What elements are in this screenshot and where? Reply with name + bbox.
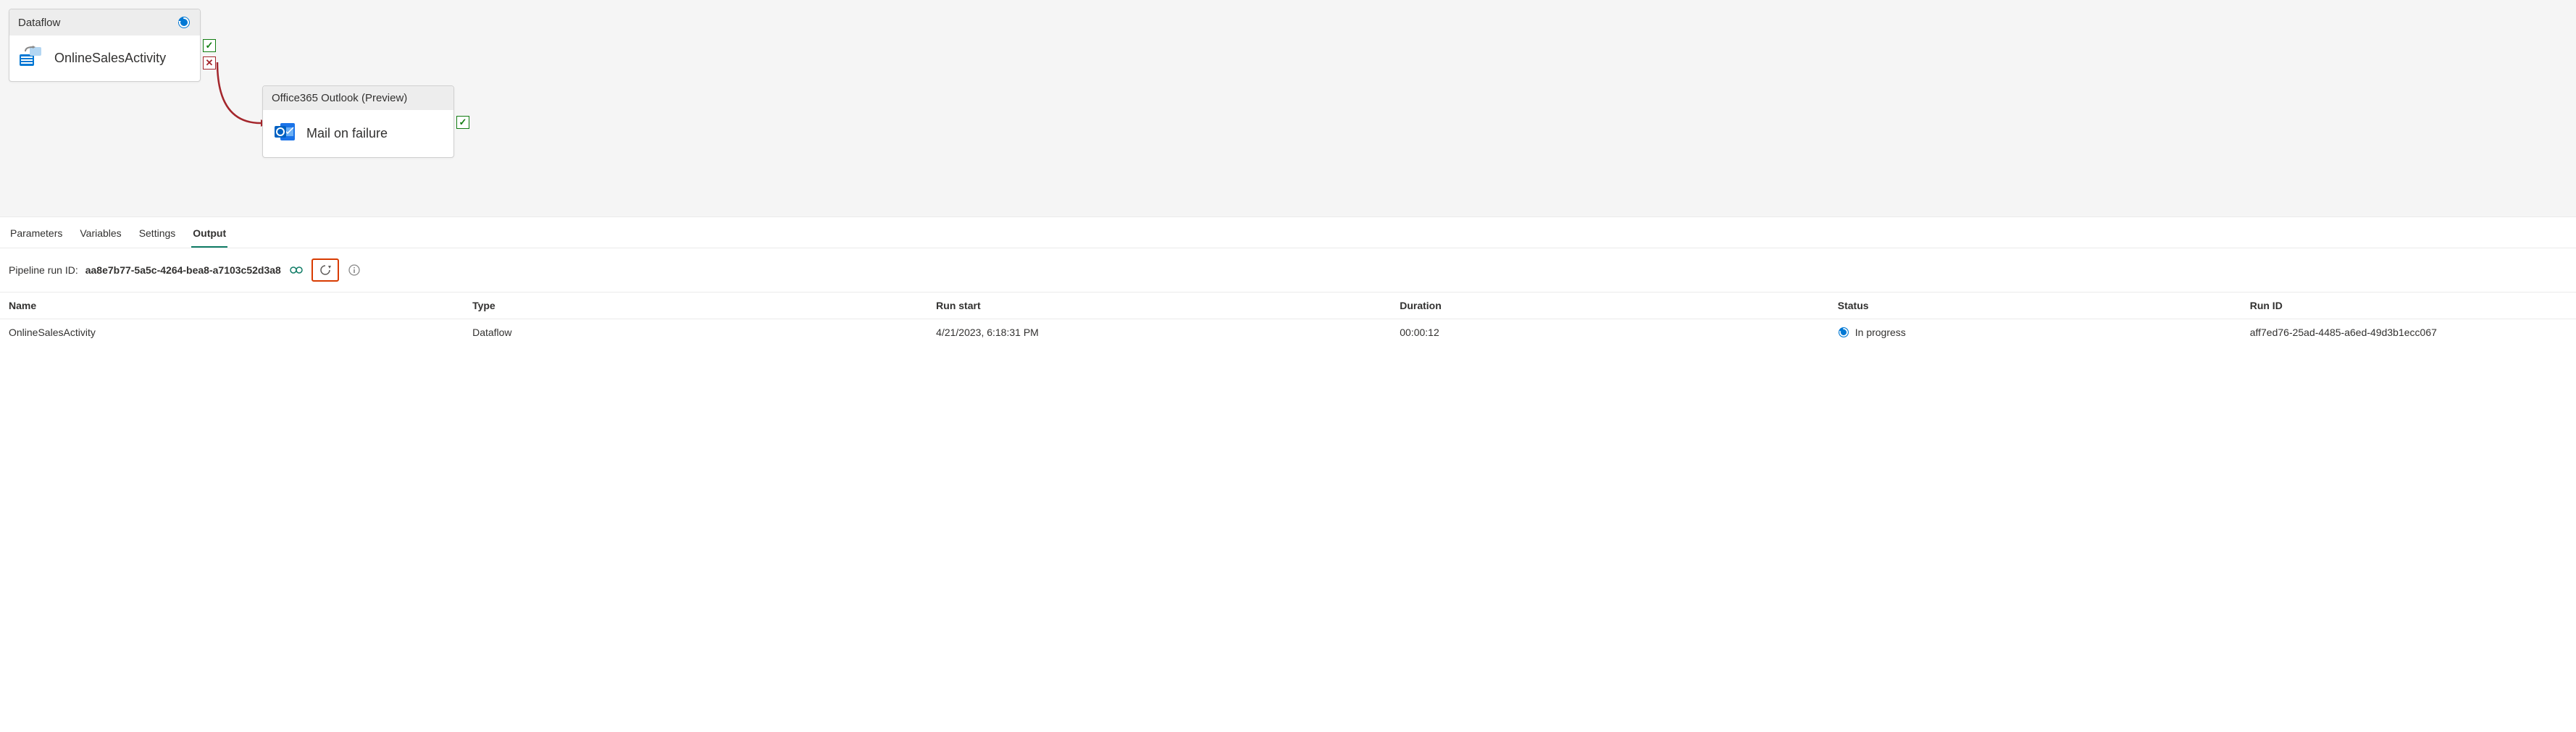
cell-status: In progress [1829, 319, 2241, 346]
output-ports: ✓ ✕ [203, 39, 216, 70]
tab-parameters[interactable]: Parameters [9, 227, 64, 248]
col-status[interactable]: Status [1829, 293, 2241, 319]
activity-body: Mail on failure [263, 110, 453, 157]
cell-name: OnlineSalesActivity [0, 319, 464, 346]
output-table: Name Type Run start Duration Status Run … [0, 292, 2576, 345]
in-progress-icon [1838, 327, 1849, 338]
activity-name: Mail on failure [306, 126, 388, 141]
activity-body: OnlineSalesActivity [9, 35, 200, 81]
run-id-value: aa8e7b77-5a5c-4264-bea8-a7103c52d3a8 [85, 264, 281, 276]
success-port-icon[interactable]: ✓ [203, 39, 216, 52]
failure-port-icon[interactable]: ✕ [203, 56, 216, 70]
tab-variables[interactable]: Variables [78, 227, 122, 248]
activity-type-label: Office365 Outlook (Preview) [272, 92, 407, 104]
table-row[interactable]: OnlineSalesActivity Dataflow 4/21/2023, … [0, 319, 2576, 346]
outlook-icon [273, 120, 296, 147]
cell-duration: 00:00:12 [1391, 319, 1829, 346]
refresh-icon[interactable] [317, 262, 333, 278]
output-tabs: Parameters Variables Settings Output [0, 217, 2576, 248]
col-run-start[interactable]: Run start [927, 293, 1391, 319]
glasses-icon[interactable] [288, 262, 304, 278]
cell-run-id: aff7ed76-25ad-4485-a6ed-49d3b1ecc067 [2241, 319, 2576, 346]
tab-settings[interactable]: Settings [138, 227, 177, 248]
activity-header: Dataflow [9, 9, 200, 35]
status-text: In progress [1855, 327, 1906, 338]
spinner-icon [177, 15, 191, 30]
run-id-label: Pipeline run ID: [9, 264, 78, 276]
activity-header: Office365 Outlook (Preview) [263, 86, 453, 110]
table-header-row: Name Type Run start Duration Status Run … [0, 293, 2576, 319]
activity-name: OnlineSalesActivity [54, 51, 166, 66]
dataflow-icon [20, 46, 44, 71]
success-port-icon[interactable]: ✓ [456, 116, 469, 129]
pipeline-canvas[interactable]: Dataflow OnlineSalesActivity ✓ ✕ Office3… [0, 0, 2576, 217]
activity-dataflow[interactable]: Dataflow OnlineSalesActivity [9, 9, 201, 82]
col-run-id[interactable]: Run ID [2241, 293, 2576, 319]
run-id-row: Pipeline run ID: aa8e7b77-5a5c-4264-bea8… [0, 248, 2576, 292]
output-ports: ✓ [456, 116, 469, 129]
activity-outlook[interactable]: Office365 Outlook (Preview) Mail on fail… [262, 85, 454, 158]
col-duration[interactable]: Duration [1391, 293, 1829, 319]
cell-run-start: 4/21/2023, 6:18:31 PM [927, 319, 1391, 346]
refresh-button-highlight [311, 258, 339, 282]
tab-output[interactable]: Output [191, 227, 227, 248]
col-name[interactable]: Name [0, 293, 464, 319]
cell-type: Dataflow [464, 319, 927, 346]
activity-type-label: Dataflow [18, 17, 60, 29]
info-icon[interactable] [346, 262, 362, 278]
col-type[interactable]: Type [464, 293, 927, 319]
